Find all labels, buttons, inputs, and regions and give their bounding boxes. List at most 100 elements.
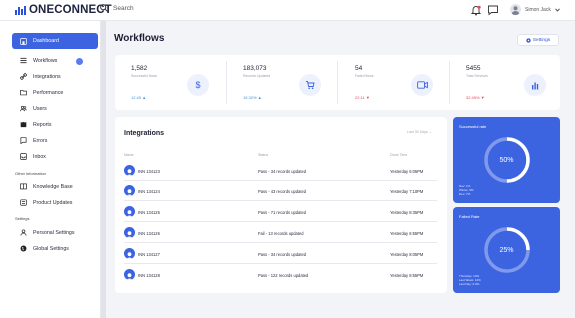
successful-rate-card[interactable]: Successful rate 50% Nov: 1% Winter: 9% D… [453, 117, 560, 203]
row-date: Yesterday 8:05PM [390, 252, 424, 257]
person-icon [20, 229, 27, 236]
sidebar-item-label: Workflows [33, 57, 58, 64]
globe-icon [20, 245, 27, 252]
avatar [124, 206, 135, 217]
stat-label: Successful flows [131, 74, 157, 78]
sidebar-item-product-updates[interactable]: Product Updates [20, 199, 72, 206]
avatar [124, 248, 135, 259]
card-title: Successful rate [459, 124, 487, 129]
stat-records-updated[interactable]: 183,073 Records Updated 15.32% ▲ [227, 55, 338, 110]
sidebar-item-label: Inbox [33, 153, 46, 160]
link-icon [20, 73, 27, 80]
table-row[interactable]: INN 134124 Pass - 43 records updated Yes… [124, 181, 437, 201]
sidebar-item-inbox[interactable]: Inbox [20, 153, 46, 160]
sidebar-item-dashboard[interactable]: Dashboard [12, 33, 98, 49]
sidebar: Dashboard Workflows Integrations Perform… [0, 21, 101, 318]
folder-icon [20, 89, 27, 96]
row-status: Fail - 13 records updated [258, 231, 304, 236]
settings-button[interactable]: Settings [517, 34, 559, 46]
sidebar-item-errors[interactable]: Errors [20, 137, 47, 144]
stat-total-services[interactable]: 5455 Total Services 32.45% ▼ [450, 55, 561, 110]
dollar-icon: $ [187, 74, 209, 96]
column-header-done-time[interactable]: Done Time [390, 153, 407, 157]
stats-panel: 1,582 Successful flows 12.45 ▲ $ 183,073… [115, 55, 560, 110]
stat-label: Total Services [466, 74, 488, 78]
chevron-down-icon [555, 8, 560, 12]
stat-value: 54 [355, 65, 363, 72]
table-row[interactable]: INN 134125 Pass - 71 records updated Yes… [124, 202, 437, 222]
sidebar-item-global-settings[interactable]: Global Settings [20, 245, 69, 252]
row-status: Pass - 122 records updated [258, 273, 309, 278]
card-title: Failed Rate [459, 214, 480, 219]
row-id: INN 134127 [138, 252, 160, 257]
sidebar-item-knowledge-base[interactable]: Knowledge Base [20, 183, 73, 190]
row-id: INN 134124 [138, 189, 160, 194]
divider [337, 61, 338, 104]
sidebar-item-personal-settings[interactable]: Personal Settings [20, 229, 75, 236]
stat-failed-flows[interactable]: 54 Failed flows 22.11 ▼ [339, 55, 450, 110]
failed-rate-card[interactable]: Failed Rate 25% Thursday: 10% Last Week:… [453, 207, 560, 293]
sidebar-item-label: Errors [33, 137, 48, 144]
column-header-name[interactable]: Name [124, 153, 134, 157]
search-icon [100, 4, 108, 12]
row-status: Pass - 71 records updated [258, 210, 307, 215]
page-title: Workflows [114, 33, 165, 44]
table-row[interactable]: INN 134126 Fail - 13 records updated Yes… [124, 223, 437, 243]
table-row[interactable]: INN 134127 Pass - 34 records updated Yes… [124, 244, 437, 264]
top-bar: ONECONNECT Search Simon Jack [0, 0, 575, 21]
user-name: Simon Jack [525, 6, 551, 13]
column-header-status[interactable]: Status [258, 153, 268, 157]
section-label-settings: Settings [15, 216, 30, 221]
user-menu[interactable]: Simon Jack [510, 4, 560, 15]
integrations-title: Integrations [124, 130, 165, 137]
date-filter-dropdown[interactable]: Last 30 Days ⌄ [407, 130, 432, 134]
sidebar-item-users[interactable]: Users [20, 105, 47, 112]
row-status: Pass - 43 records updated [258, 189, 307, 194]
list-icon [20, 57, 27, 64]
brand-bars-icon [15, 5, 26, 15]
row-date: Yesterday 8:35PM [390, 210, 424, 215]
messages-icon[interactable] [487, 4, 499, 16]
sidebar-item-performance[interactable]: Performance [20, 89, 63, 96]
row-date: Yesterday 6:55PM [390, 231, 424, 236]
section-label-other: Other information [15, 171, 46, 176]
stat-trend: 22.11 ▼ [355, 95, 370, 100]
sidebar-item-label: Performance [33, 89, 64, 96]
search-input[interactable]: Search [113, 5, 134, 12]
table-row[interactable]: INN 134128 Pass - 122 records updated Ye… [124, 265, 437, 285]
sidebar-item-label: Knowledge Base [33, 183, 73, 190]
rate-line: Last Day: 0.0% [459, 282, 480, 287]
brand-logo[interactable]: ONECONNECT [15, 4, 112, 16]
sidebar-item-workflows[interactable]: Workflows [20, 57, 57, 64]
sidebar-item-label: Personal Settings [33, 229, 75, 236]
stat-successful-flows[interactable]: 1,582 Successful flows 12.45 ▲ $ [115, 55, 226, 110]
sidebar-item-integrations[interactable]: Integrations [20, 73, 61, 80]
notifications-icon[interactable] [470, 4, 482, 16]
table-row[interactable]: INN 134123 Pass - 34 records updated Yes… [124, 161, 437, 181]
rate-breakdown: Nov: 1% Winter: 9% Dec: 7% [459, 184, 474, 197]
gear-icon [526, 37, 531, 43]
stat-value: 5455 [466, 65, 481, 72]
rate-breakdown: Thursday: 10% Last Week: 12% Last Day: 0… [459, 274, 481, 287]
stat-label: Failed flows [355, 74, 374, 78]
cart-icon [299, 74, 321, 96]
row-status: Pass - 34 records updated [258, 169, 307, 174]
rate-percent: 25% [499, 247, 514, 254]
inbox-icon [20, 153, 27, 160]
sidebar-item-label: Integrations [33, 73, 61, 80]
avatar [124, 227, 135, 238]
sidebar-item-reports[interactable]: Reports [20, 121, 52, 128]
rate-percent: 50% [499, 157, 514, 164]
sidebar-item-label: Users [33, 105, 47, 112]
row-id: INN 134125 [138, 210, 160, 215]
stat-value: 183,073 [243, 65, 267, 72]
home-icon [20, 37, 27, 45]
updates-icon [20, 199, 27, 206]
errors-icon [20, 137, 27, 144]
row-date: Yesterday 7:10PM [390, 189, 424, 194]
book-icon [20, 183, 27, 190]
search-bar[interactable]: Search [100, 4, 134, 12]
stat-trend: 15.32% ▲ [243, 95, 262, 100]
sidebar-item-label: Dashboard [33, 38, 59, 44]
row-id: INN 134123 [138, 169, 160, 174]
